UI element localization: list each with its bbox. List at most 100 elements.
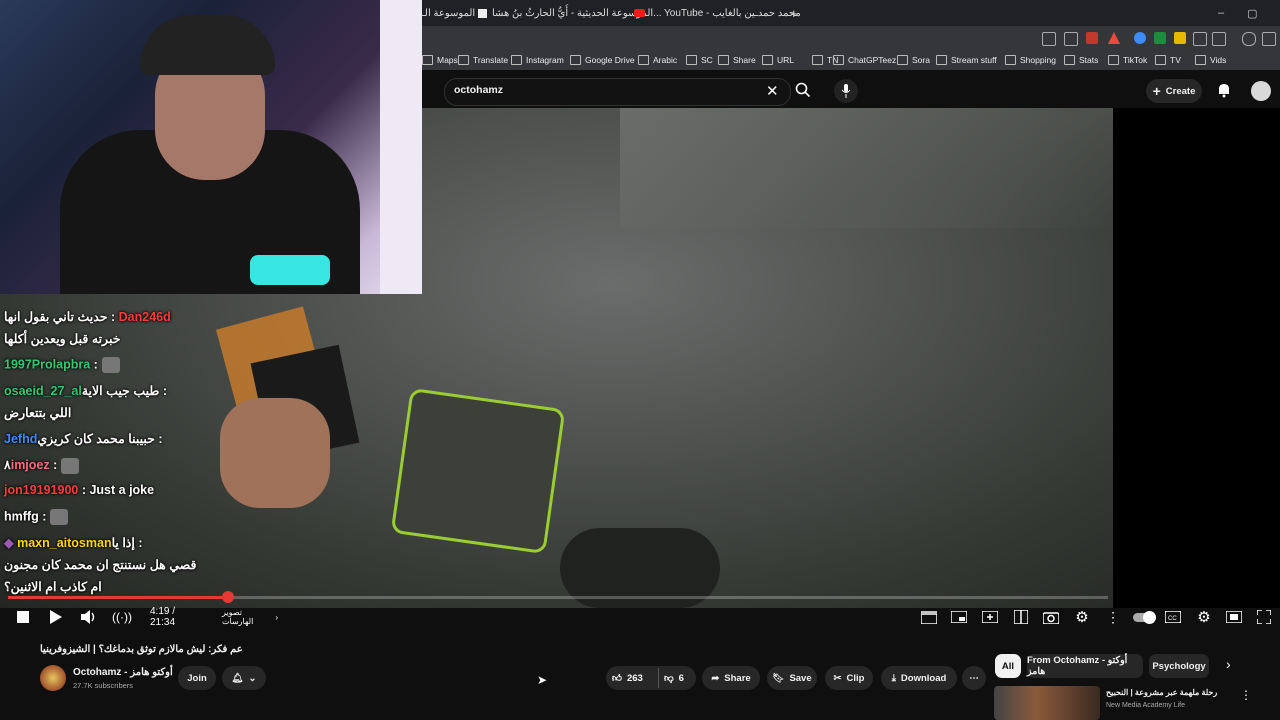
recommendation-thumbnail[interactable] — [994, 686, 1100, 720]
camera-icon[interactable] — [1042, 608, 1060, 626]
like-button[interactable]: 👍︎ 263 — [612, 671, 643, 685]
bookmark-chatgpteez[interactable]: ChatGPTeez — [833, 53, 896, 67]
chip-psychology[interactable]: Psychology — [1149, 654, 1209, 678]
live-audio-icon[interactable]: ((·)) — [110, 608, 134, 626]
add-to-queue-icon[interactable] — [981, 608, 999, 626]
extension-icon[interactable] — [1154, 32, 1166, 44]
theater-mode-icon[interactable] — [1012, 608, 1030, 626]
clear-search-icon[interactable]: ✕ — [766, 82, 779, 100]
bookmark-label: Translate — [473, 55, 509, 65]
restore-button[interactable]: ▢ — [1247, 7, 1257, 20]
bookmark-stats[interactable]: Stats — [1064, 53, 1098, 67]
bookmark-icon — [833, 55, 844, 65]
recommendation-title[interactable]: رحلة ملهمة عبر مشروعة | النحبيح — [1106, 688, 1217, 697]
channel-avatar[interactable] — [40, 665, 66, 691]
recommendation-more-icon[interactable]: ⋮ — [1240, 688, 1252, 702]
chat-text: قصي هل نستنتج ان محمد كان مجنون — [4, 558, 197, 572]
bookmark-tiktok[interactable]: TikTok — [1108, 53, 1147, 67]
search-input[interactable]: octohamz — [454, 84, 503, 96]
bookmark-google-drive[interactable]: Google Drive — [570, 53, 635, 67]
media-icon[interactable] — [1242, 32, 1256, 46]
bookmark-stream-stuff[interactable]: Stream stuff — [936, 53, 997, 67]
sidepanel-icon[interactable] — [1212, 32, 1226, 46]
create-label: Create — [1165, 85, 1196, 97]
chapter-button[interactable]: تصوير الهارسات › — [222, 608, 278, 626]
menu-icon[interactable] — [1262, 32, 1276, 46]
subtitles-icon[interactable]: CC — [1164, 608, 1182, 626]
search-icon[interactable] — [795, 82, 811, 98]
bookmark-translate[interactable]: Translate — [458, 53, 508, 67]
bookmark-label: Instagram — [526, 55, 564, 65]
chat-message: ام كاذب ام الاثنين؟ — [4, 579, 102, 594]
chat-message: Jefhdحبيبنا محمد كان كريزي : — [4, 431, 163, 446]
mouse-cursor: ➤ — [537, 673, 548, 687]
browser-tab[interactable] — [634, 4, 645, 22]
microphone-light — [250, 255, 330, 285]
browser-tab-active[interactable]: YouTube - محمد حمدـين بالغايب — [664, 4, 801, 22]
bookmark-label: SC — [701, 55, 713, 65]
fullscreen-window-icon[interactable] — [1225, 608, 1243, 626]
bookmark-icon — [570, 55, 581, 65]
video-title: عم فكر: ليش مالازم توثق بدماغك؟ | الشيزو… — [40, 644, 243, 655]
chevron-right-icon[interactable]: › — [1226, 656, 1231, 672]
subscription-bell-button[interactable]: 🔔︎ ⌄ — [222, 666, 266, 690]
chip-all[interactable]: All — [995, 654, 1021, 678]
bookmark-sc[interactable]: SC — [686, 53, 713, 67]
bookmark-sora[interactable]: Sora — [897, 53, 930, 67]
fullscreen-icon[interactable] — [1255, 608, 1273, 626]
plus-icon: + — [790, 5, 798, 21]
join-label: Join — [187, 672, 207, 684]
emote-icon — [61, 457, 80, 474]
new-tab-button[interactable]: + — [790, 4, 798, 22]
bookmark-vids[interactable]: Vids — [1195, 53, 1226, 67]
extension-icon[interactable] — [1174, 32, 1186, 44]
download-button[interactable]: ⤓ Download — [881, 666, 957, 690]
download-icon: ⤓ — [891, 672, 896, 684]
dislike-button[interactable]: 👎︎ 6 — [664, 671, 684, 685]
join-button[interactable]: Join — [178, 666, 216, 690]
bookmark-maps[interactable]: Maps — [422, 53, 458, 67]
volume-button[interactable] — [79, 608, 99, 626]
share-button[interactable]: ➦ Share — [702, 666, 760, 690]
bookmark-icon — [422, 55, 433, 65]
bookmark-share[interactable]: Share — [718, 53, 756, 67]
play-button[interactable] — [47, 608, 65, 626]
thumbs-up-icon: 👍︎ — [612, 673, 622, 684]
save-button[interactable]: 🔖︎ Save — [767, 666, 817, 690]
more-options-icon[interactable]: ⋮ — [1104, 608, 1122, 626]
stop-button[interactable] — [14, 608, 32, 626]
voice-search-button[interactable] — [834, 79, 858, 103]
autoplay-toggle[interactable] — [1132, 608, 1156, 626]
quality-settings-icon[interactable]: ⚙ — [1195, 608, 1213, 626]
share-icon[interactable] — [1064, 32, 1078, 46]
dislike-count: 6 — [678, 672, 684, 684]
extension-icon[interactable] — [1134, 32, 1146, 44]
settings-gear-icon[interactable]: ⚙ — [1073, 608, 1091, 626]
create-button[interactable]: + Create — [1146, 79, 1202, 103]
more-actions-button[interactable]: ⋯ — [962, 666, 986, 690]
channel-name[interactable]: Octohamz - أوكتو هامز — [73, 667, 173, 678]
bookmark-instagram[interactable]: Instagram — [511, 53, 564, 67]
more-icon: ⋯ — [969, 672, 979, 684]
chat-message: hmffg : — [4, 509, 69, 525]
clip-button[interactable]: ✂ Clip — [825, 666, 873, 690]
bookmark-arabic[interactable]: Arabic — [638, 53, 677, 67]
avatar[interactable] — [1251, 81, 1271, 101]
notifications-bell-icon[interactable] — [1216, 82, 1232, 98]
bookmark-tv[interactable]: TV — [1155, 53, 1181, 67]
extension-icon[interactable] — [1086, 32, 1098, 44]
miniplayer-icon[interactable] — [950, 608, 968, 626]
toggle-knob — [1143, 610, 1156, 624]
cast-icon[interactable] — [1042, 32, 1056, 46]
chat-text: : — [49, 458, 58, 472]
browser-tab[interactable]: الموسوعة الـ — [422, 4, 475, 22]
clapper-icon[interactable] — [920, 608, 938, 626]
progress-scrubber[interactable] — [222, 591, 234, 603]
chat-username: jon19191900 — [4, 483, 79, 497]
minimize-button[interactable]: – — [1218, 7, 1224, 19]
chip-from-channel[interactable]: From Octohamz - أوكتو هامز — [1027, 654, 1143, 678]
scissors-icon: ✂ — [833, 672, 842, 684]
bookmark-shopping[interactable]: Shopping — [1005, 53, 1056, 67]
puzzle-icon[interactable] — [1193, 32, 1207, 46]
bookmark-url[interactable]: URL — [762, 53, 794, 67]
